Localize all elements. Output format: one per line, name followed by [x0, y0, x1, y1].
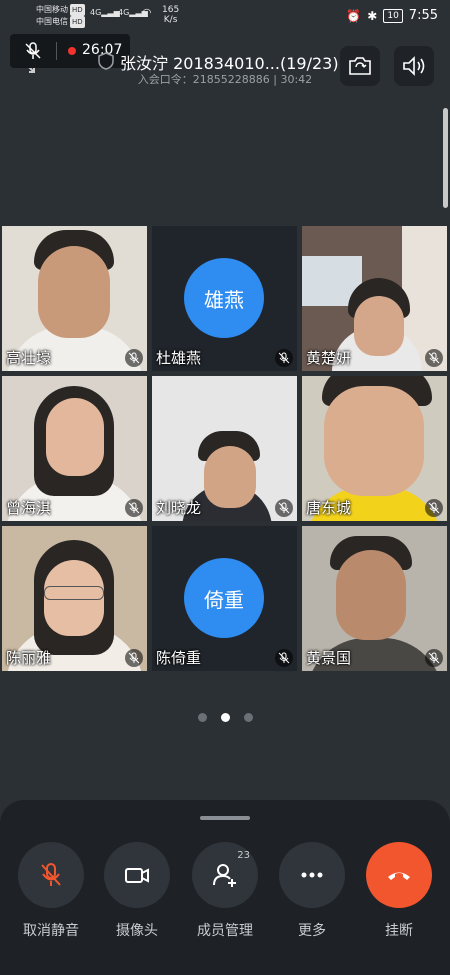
- camera-switch-icon: [349, 57, 371, 75]
- mic-muted-icon: [275, 499, 293, 517]
- video-tile[interactable]: 高壮壕: [2, 226, 147, 371]
- meeting-code: 入会口令：21855228886 | 30:42: [137, 73, 313, 86]
- video-tile[interactable]: 黄景国: [302, 526, 447, 671]
- hang-up-button[interactable]: 挂断: [364, 842, 434, 940]
- camera-button[interactable]: 摄像头: [102, 842, 172, 940]
- control-bar: 取消静音 摄像头 23 成员管理 更多 挂断: [0, 800, 450, 975]
- alarm-icon: ⏰: [346, 8, 362, 23]
- speaker-icon: [403, 56, 425, 76]
- page-dot-active[interactable]: [220, 713, 230, 722]
- unmute-label: 取消静音: [23, 923, 79, 939]
- video-tile[interactable]: 黄楚妍: [302, 226, 447, 371]
- participant-name: 陈丽雅: [6, 649, 52, 667]
- status-bar: 中国移动 HD 中国电信 HD 4G▂▃▅ 4G▂▃▅ ◠ 165 K/s ⏰ ✱ …: [0, 0, 450, 34]
- mic-off-icon: [41, 863, 61, 886]
- participant-name: 陈倚重: [156, 649, 202, 667]
- page-dot[interactable]: [243, 713, 253, 722]
- video-tile[interactable]: 唐东城: [302, 376, 447, 521]
- participant-name: 高壮壕: [6, 349, 52, 367]
- more-button[interactable]: 更多: [277, 842, 347, 940]
- avatar: 雄燕: [184, 258, 264, 338]
- mic-muted-icon: [425, 349, 443, 367]
- unmute-button[interactable]: 取消静音: [16, 842, 86, 940]
- speaker-button[interactable]: [394, 46, 434, 86]
- more-label: 更多: [298, 923, 326, 939]
- network-speed: 165 K/s: [162, 5, 179, 25]
- video-camera-icon: [125, 868, 149, 883]
- video-tile[interactable]: 倚重 陈倚重: [152, 526, 297, 671]
- mic-muted-icon: [125, 649, 143, 667]
- hang-up-icon: [388, 872, 410, 880]
- record-dot-icon: [68, 47, 76, 55]
- mic-muted-icon: [275, 649, 293, 667]
- hd-badge-2: HD: [70, 16, 85, 28]
- mic-off-icon[interactable]: [24, 42, 42, 60]
- page-dot[interactable]: [197, 713, 207, 722]
- wifi-icon: ◠: [142, 6, 152, 19]
- speed-unit: K/s: [163, 15, 178, 25]
- mic-muted-icon: [425, 499, 443, 517]
- hangup-label: 挂断: [385, 923, 413, 939]
- scrollbar[interactable]: [443, 108, 448, 208]
- video-tile[interactable]: 雄燕 杜雄燕: [152, 226, 297, 371]
- video-tile[interactable]: 刘晓龙: [152, 376, 297, 521]
- mic-muted-icon: [125, 349, 143, 367]
- battery-icon: 10: [383, 8, 403, 23]
- shield-icon: [98, 52, 114, 70]
- signal-icon-1: 4G▂▃▅: [90, 8, 120, 17]
- speed-value: 165: [162, 5, 180, 15]
- members-label: 成员管理: [197, 923, 253, 939]
- add-member-icon: [213, 864, 236, 887]
- more-icon: [301, 872, 323, 878]
- hd-badge-1: HD: [70, 4, 85, 16]
- participant-name: 刘晓龙: [156, 499, 202, 517]
- avatar: 倚重: [184, 558, 264, 638]
- bluetooth-icon: ✱: [367, 8, 378, 23]
- carrier-info: 中国移动 HD 中国电信 HD: [36, 4, 85, 28]
- switch-camera-button[interactable]: [340, 46, 380, 86]
- participant-name: 唐东城: [306, 499, 352, 517]
- participant-name: 黄景国: [306, 649, 352, 667]
- member-management-button[interactable]: 23 成员管理: [190, 842, 260, 940]
- mic-muted-icon: [125, 499, 143, 517]
- member-count-badge: 23: [237, 850, 250, 861]
- participant-name: 黄楚妍: [306, 349, 352, 367]
- camera-label: 摄像头: [116, 923, 158, 939]
- participant-name: 杜雄燕: [156, 349, 202, 367]
- carrier-1: 中国移动: [36, 5, 68, 14]
- clock: 7:55: [408, 8, 438, 23]
- carrier-2: 中国电信: [36, 17, 68, 26]
- drag-handle[interactable]: [200, 816, 250, 820]
- page-indicator[interactable]: [0, 713, 450, 722]
- mic-muted-icon: [425, 649, 443, 667]
- network-type-2: 4G: [118, 8, 130, 17]
- video-tile[interactable]: 陈丽雅: [2, 526, 147, 671]
- mic-muted-icon: [275, 349, 293, 367]
- network-type-1: 4G: [90, 8, 102, 17]
- participant-name: 曾海淇: [6, 499, 52, 517]
- video-tile[interactable]: 曾海淇: [2, 376, 147, 521]
